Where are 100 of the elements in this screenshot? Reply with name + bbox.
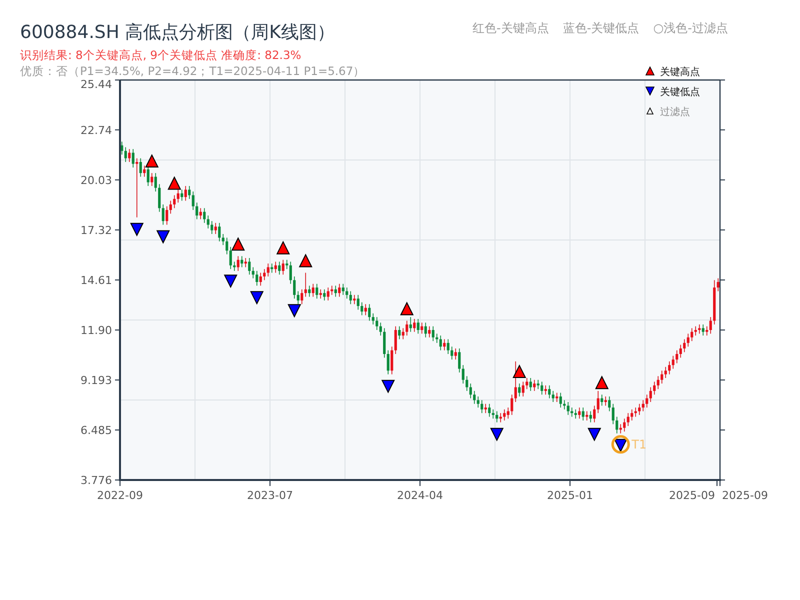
legend-label: 过滤点 xyxy=(660,107,690,118)
candlestick xyxy=(203,208,206,224)
candlestick xyxy=(263,268,266,281)
candlestick xyxy=(679,344,682,358)
candlestick xyxy=(462,364,464,384)
candlestick xyxy=(346,287,348,300)
high-marker xyxy=(298,254,312,268)
y-tick-label: 17.32 xyxy=(80,224,112,237)
candlestick xyxy=(649,386,652,402)
candlestick xyxy=(398,326,401,340)
candlestick xyxy=(319,288,322,300)
candlestick xyxy=(342,283,344,296)
candlestick xyxy=(424,322,427,338)
candlestick xyxy=(154,172,157,192)
candlestick xyxy=(676,350,678,364)
candlestick xyxy=(402,328,404,340)
candlestick xyxy=(184,186,187,202)
high-marker xyxy=(400,302,414,316)
candlestick xyxy=(173,194,176,209)
candlestick xyxy=(282,259,284,276)
candlestick xyxy=(132,148,134,168)
candlestick xyxy=(240,256,244,268)
candlestick xyxy=(660,370,664,384)
candlestick xyxy=(686,333,690,348)
candlestick xyxy=(646,394,648,408)
low-marker xyxy=(614,438,628,453)
color-key-text: 红色-关键高点 xyxy=(472,20,549,36)
candlestick xyxy=(634,407,637,418)
x-tick-label: 2025-01 xyxy=(547,489,593,502)
candlestick xyxy=(446,338,450,354)
candlestick xyxy=(582,407,584,421)
candlestick xyxy=(612,403,614,425)
candlestick xyxy=(146,165,150,186)
quality-summary: 优质：否（P1=34.5%, P2=4.92；T1=2025-04-11 P1=5.67） xyxy=(20,64,366,78)
candlestick xyxy=(506,407,510,420)
candlestick xyxy=(668,360,671,375)
candlestick xyxy=(270,263,274,274)
result-summary: 识别结果: 8个关键高点, 9个关键低点 准确度: 82.3% xyxy=(20,48,302,62)
candlestick xyxy=(716,278,720,292)
low-marker xyxy=(130,222,144,236)
target-label: T1 xyxy=(632,437,647,452)
candlestick xyxy=(556,392,558,402)
candlestick xyxy=(529,378,532,392)
candlestick xyxy=(176,189,180,203)
candlestick xyxy=(604,396,607,406)
candlestick xyxy=(150,172,154,186)
candlestick xyxy=(169,200,172,214)
high-marker xyxy=(512,364,526,378)
candlestick xyxy=(256,270,258,286)
candlestick xyxy=(552,390,554,402)
candlestick xyxy=(469,383,472,399)
candlestick xyxy=(702,324,704,336)
candlestick xyxy=(139,158,142,178)
candlestick xyxy=(136,158,138,218)
candlestick xyxy=(296,290,300,305)
y-tick-label: 6.485 xyxy=(80,424,112,437)
candlestick xyxy=(559,392,562,408)
x-tick-label: 2022-09 xyxy=(97,489,143,502)
candlestick xyxy=(484,403,487,414)
candlestick xyxy=(266,263,270,277)
candlestick xyxy=(510,394,514,416)
candlestick xyxy=(683,338,686,353)
candlestick xyxy=(218,222,221,242)
candlestick xyxy=(706,326,708,336)
candlestick xyxy=(413,318,416,332)
candlestick xyxy=(349,290,352,305)
candlestick xyxy=(548,384,551,399)
candlestick xyxy=(450,346,454,360)
candlestick xyxy=(308,285,311,298)
candlestick xyxy=(496,410,498,423)
candlestick xyxy=(492,408,494,420)
candlestick xyxy=(356,294,360,310)
candlestick xyxy=(229,246,232,270)
candlestick xyxy=(488,403,491,418)
candlestick xyxy=(180,189,184,202)
candlestick xyxy=(286,259,288,270)
high-marker xyxy=(276,240,290,254)
candlestick xyxy=(372,312,374,325)
candlestick xyxy=(222,234,224,246)
candlestick xyxy=(616,416,618,434)
candlestick xyxy=(192,191,194,210)
candlestick xyxy=(420,322,424,334)
candlestick xyxy=(596,390,600,414)
candlestick xyxy=(206,215,210,229)
candlestick xyxy=(432,326,434,342)
candlestick xyxy=(656,376,660,390)
candlestick xyxy=(338,283,341,298)
candlestick xyxy=(214,222,217,234)
chart-title: 600884.SH 高低点分析图（周K线图） xyxy=(20,22,336,44)
low-marker xyxy=(250,291,264,305)
candlestick xyxy=(383,328,386,358)
candlestick xyxy=(589,410,592,423)
candlestick xyxy=(406,320,408,336)
candlestick xyxy=(698,324,701,334)
x-tick-label: 2023-07 xyxy=(247,489,293,502)
candlestick xyxy=(379,322,382,336)
candlestick xyxy=(608,396,611,412)
y-tick-label: 25.44 xyxy=(80,78,112,91)
candlestick xyxy=(300,288,304,305)
y-tick-label: 22.74 xyxy=(80,124,112,137)
